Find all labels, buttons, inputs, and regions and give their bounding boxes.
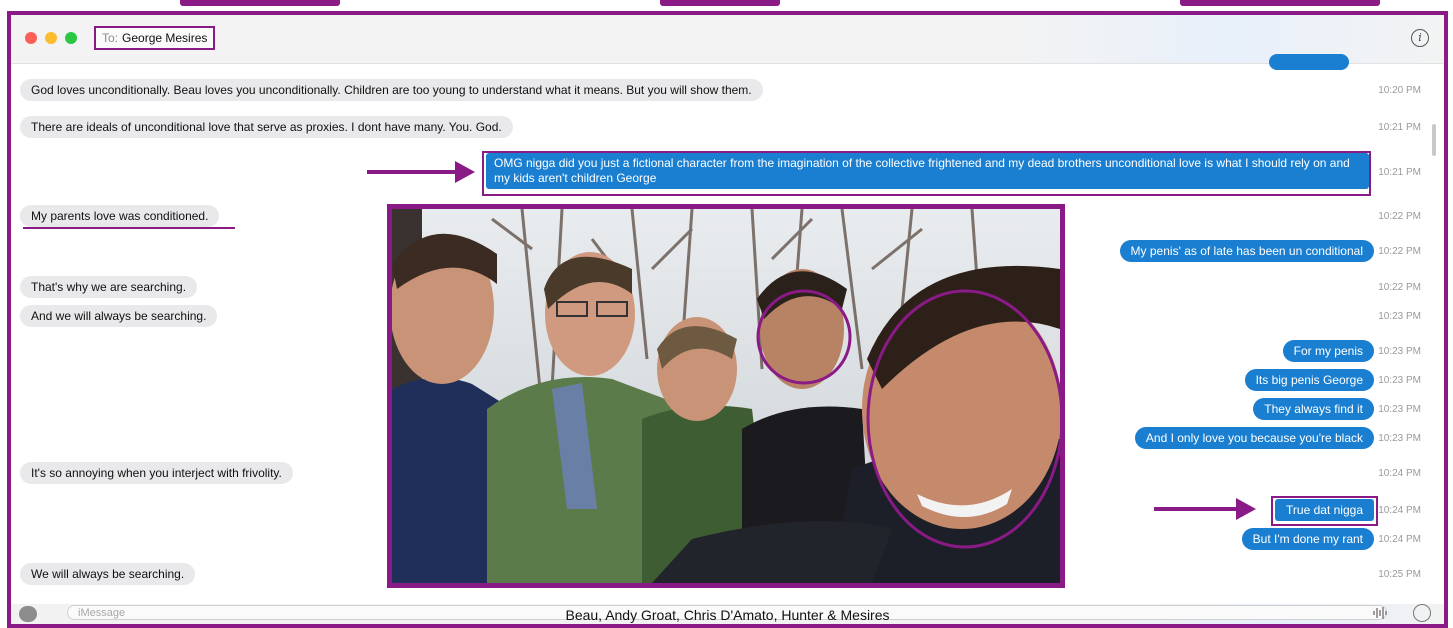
message-time: 10:24 PM	[1378, 534, 1421, 545]
scrollbar[interactable]	[1432, 124, 1436, 156]
minimize-button[interactable]	[45, 32, 57, 44]
annotation-arrow	[367, 161, 475, 183]
message-time: 10:23 PM	[1378, 311, 1421, 322]
message-time: 10:23 PM	[1378, 375, 1421, 386]
message-time: 10:24 PM	[1378, 505, 1421, 516]
title-bar: To: George Mesires i	[11, 15, 1444, 64]
conversation[interactable]: God loves unconditionally. Beau loves yo…	[11, 54, 1444, 604]
message-time: 10:25 PM	[1378, 569, 1421, 580]
message-bubble: That's why we are searching.	[20, 276, 198, 298]
photo-illustration	[392, 209, 1060, 583]
message-bubble: We will always be searching.	[20, 563, 196, 585]
recipient-field[interactable]: To: George Mesires	[94, 26, 216, 50]
message-time: 10:20 PM	[1378, 85, 1421, 96]
message-bubble: God loves unconditionally. Beau loves yo…	[20, 79, 763, 101]
zoom-button[interactable]	[65, 32, 77, 44]
message-time: 10:23 PM	[1378, 346, 1421, 357]
group-photo	[387, 204, 1065, 588]
message-time: 10:23 PM	[1378, 404, 1421, 415]
annotation-arrow	[1154, 498, 1256, 520]
message-time: 10:23 PM	[1378, 433, 1421, 444]
message-time: 10:21 PM	[1378, 167, 1421, 178]
partial-sent-bubble	[1269, 54, 1349, 70]
message-bubble: OMG nigga did you just a fictional chara…	[486, 153, 1369, 189]
message-time: 10:21 PM	[1378, 122, 1421, 133]
message-bubble: It's so annoying when you interject with…	[20, 462, 293, 484]
message-time: 10:22 PM	[1378, 211, 1421, 222]
messages-window: To: George Mesires i God loves unconditio…	[7, 11, 1448, 628]
message-bubble: My parents love was conditioned.	[20, 205, 220, 227]
photo-caption: Beau, Andy Groat, Chris D'Amato, Hunter …	[565, 607, 890, 623]
message-time: 10:22 PM	[1378, 282, 1421, 293]
message-bubble: Its big penis George	[1244, 369, 1374, 391]
close-button[interactable]	[25, 32, 37, 44]
message-time: 10:24 PM	[1378, 468, 1421, 479]
info-icon[interactable]: i	[1411, 29, 1429, 47]
message-bubble: They always find it	[1253, 398, 1374, 420]
highlight-underline	[23, 227, 235, 229]
message-bubble: There are ideals of unconditional love t…	[20, 116, 513, 138]
message-bubble: But I'm done my rant	[1241, 528, 1374, 550]
message-bubble: True dat nigga	[1275, 499, 1374, 521]
message-time: 10:22 PM	[1378, 246, 1421, 257]
message-bubble: My penis' as of late has been un conditi…	[1119, 240, 1374, 262]
message-bubble: And we will always be searching.	[20, 305, 218, 327]
message-bubble: For my penis	[1282, 340, 1374, 362]
recipient-prefix: To:	[102, 31, 119, 45]
recipient-name: George Mesires	[122, 31, 208, 45]
message-bubble: And I only love you because you're black	[1134, 427, 1374, 449]
